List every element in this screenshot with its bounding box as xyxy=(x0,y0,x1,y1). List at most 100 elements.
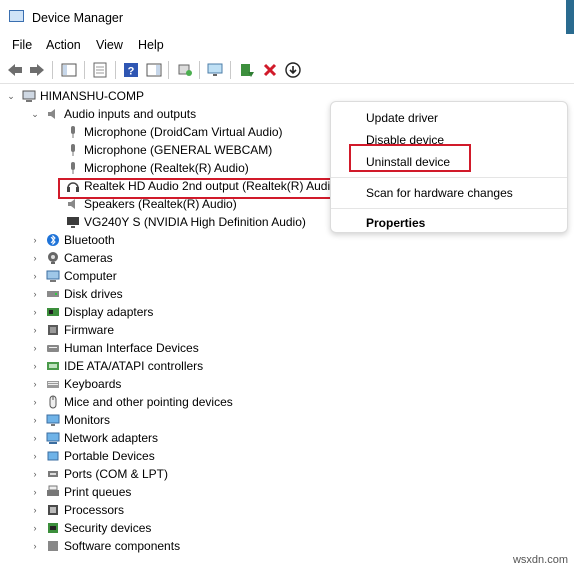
tree-category-label: Network adapters xyxy=(64,431,159,445)
chevron-right-icon[interactable]: › xyxy=(30,393,40,411)
forward-icon[interactable] xyxy=(28,61,46,79)
menu-separator xyxy=(331,177,567,178)
chevron-right-icon[interactable]: › xyxy=(30,267,40,285)
scan-hardware-menu-item[interactable]: Scan for hardware changes xyxy=(366,186,513,200)
svg-text:?: ? xyxy=(128,66,135,78)
selected-device-highlight xyxy=(58,178,344,199)
tree-category[interactable]: › Mice and other pointing devices xyxy=(30,393,233,411)
menu-action[interactable]: Action xyxy=(46,38,81,52)
computer-icon xyxy=(46,269,60,283)
window-edge xyxy=(566,0,574,34)
tree-category[interactable]: › Disk drives xyxy=(30,285,123,303)
chevron-right-icon[interactable]: › xyxy=(30,357,40,375)
keyboard-icon xyxy=(46,377,60,391)
tree-category[interactable]: › Ports (COM & LPT) xyxy=(30,465,169,483)
bluetooth-icon xyxy=(46,233,60,247)
chevron-right-icon[interactable]: › xyxy=(30,339,40,357)
title-bar: Device Manager xyxy=(0,0,574,34)
chevron-right-icon[interactable]: › xyxy=(30,249,40,267)
tree-category-label: Keyboards xyxy=(64,377,122,391)
window-title: Device Manager xyxy=(32,11,124,25)
menu-file[interactable]: File xyxy=(12,38,32,52)
tree-category[interactable]: › IDE ATA/ATAPI controllers xyxy=(30,357,204,375)
microphone-icon xyxy=(66,125,80,139)
microphone-icon xyxy=(66,161,80,175)
watermark: wsxdn.com xyxy=(512,554,568,566)
menu-separator xyxy=(331,208,567,209)
tree-category[interactable]: › Security devices xyxy=(30,519,152,537)
back-icon[interactable] xyxy=(6,61,24,79)
chevron-right-icon[interactable]: › xyxy=(30,501,40,519)
camera-icon xyxy=(46,251,60,265)
toolbar-separator xyxy=(168,61,169,79)
firmware-icon xyxy=(46,323,60,337)
chevron-right-icon[interactable]: › xyxy=(30,483,40,501)
disk-drive-icon xyxy=(46,287,60,301)
show-hide-tree-icon[interactable] xyxy=(60,61,78,79)
chevron-right-icon[interactable]: › xyxy=(30,321,40,339)
tree-category[interactable]: › Network adapters xyxy=(30,429,159,447)
tree-category[interactable]: › Print queues xyxy=(30,483,132,501)
chevron-right-icon[interactable]: › xyxy=(30,285,40,303)
chevron-right-icon[interactable]: › xyxy=(30,411,40,429)
tree-category-label: IDE ATA/ATAPI controllers xyxy=(64,359,204,373)
update-driver-icon[interactable] xyxy=(238,61,256,79)
menu-view[interactable]: View xyxy=(96,38,123,52)
chevron-right-icon[interactable]: › xyxy=(30,231,40,249)
speaker-icon xyxy=(66,197,80,211)
tree-item-label: Microphone (Realtek(R) Audio) xyxy=(84,161,249,175)
toolbar-separator xyxy=(52,61,53,79)
hid-icon xyxy=(46,341,60,355)
update-driver-menu-item[interactable]: Update driver xyxy=(366,111,438,125)
tree-item-device[interactable]: Microphone (DroidCam Virtual Audio) xyxy=(66,123,283,141)
tree-category[interactable]: › Keyboards xyxy=(30,375,122,393)
tree-category-label: Monitors xyxy=(64,413,111,427)
tree-category-label: Print queues xyxy=(64,485,132,499)
action-pane-icon[interactable] xyxy=(145,61,163,79)
tree-category[interactable]: › Portable Devices xyxy=(30,447,155,465)
tree-category[interactable]: › Cameras xyxy=(30,249,113,267)
tree-group-audio[interactable]: ⌄ Audio inputs and outputs xyxy=(30,105,196,123)
display-adapter-icon xyxy=(46,305,60,319)
chevron-right-icon[interactable]: › xyxy=(30,537,40,555)
monitor-icon[interactable] xyxy=(206,61,224,79)
scan-hardware-icon[interactable] xyxy=(176,61,194,79)
tree-category-label: Portable Devices xyxy=(64,449,155,463)
tree-root[interactable]: ⌄ HIMANSHU-COMP xyxy=(6,87,144,105)
tree-category-label: Ports (COM & LPT) xyxy=(64,467,169,481)
enable-device-icon[interactable] xyxy=(284,61,302,79)
chevron-right-icon[interactable]: › xyxy=(30,465,40,483)
toolbar-separator xyxy=(199,61,200,79)
tree-item-device[interactable]: Microphone (Realtek(R) Audio) xyxy=(66,159,249,177)
tree-item-device[interactable]: Microphone (GENERAL WEBCAM) xyxy=(66,141,272,159)
tree-item-label: Microphone (GENERAL WEBCAM) xyxy=(84,143,273,157)
tree-item-device[interactable]: VG240Y S (NVIDIA High Definition Audio) xyxy=(66,213,306,231)
chevron-down-icon[interactable]: ⌄ xyxy=(6,87,16,105)
tree-category[interactable]: › Bluetooth xyxy=(30,231,115,249)
tree-category[interactable]: › Monitors xyxy=(30,411,111,429)
toolbar: ? xyxy=(0,56,574,84)
tree-category[interactable]: › Display adapters xyxy=(30,303,154,321)
menu-help[interactable]: Help xyxy=(138,38,164,52)
chevron-right-icon[interactable]: › xyxy=(30,429,40,447)
chevron-right-icon[interactable]: › xyxy=(30,519,40,537)
tree-category[interactable]: › Firmware xyxy=(30,321,115,339)
help-icon[interactable]: ? xyxy=(122,61,140,79)
tree-item-label: Speakers (Realtek(R) Audio) xyxy=(84,197,237,211)
properties-menu-item[interactable]: Properties xyxy=(366,216,425,230)
tree-category[interactable]: › Processors xyxy=(30,501,125,519)
tree-category[interactable]: › Software components xyxy=(30,537,181,555)
context-menu: Update driver Disable device Uninstall d… xyxy=(330,101,568,233)
chevron-down-icon[interactable]: ⌄ xyxy=(30,105,40,123)
tree-category-label: Cameras xyxy=(64,251,113,265)
chevron-right-icon[interactable]: › xyxy=(30,303,40,321)
uninstall-icon[interactable] xyxy=(261,61,279,79)
tree-category[interactable]: › Human Interface Devices xyxy=(30,339,199,357)
tree-category[interactable]: › Computer xyxy=(30,267,117,285)
chevron-right-icon[interactable]: › xyxy=(30,447,40,465)
speaker-icon xyxy=(46,107,60,121)
tree-category-label: Bluetooth xyxy=(64,233,115,247)
toolbar-separator xyxy=(84,61,85,79)
chevron-right-icon[interactable]: › xyxy=(30,375,40,393)
properties-icon[interactable] xyxy=(91,61,109,79)
